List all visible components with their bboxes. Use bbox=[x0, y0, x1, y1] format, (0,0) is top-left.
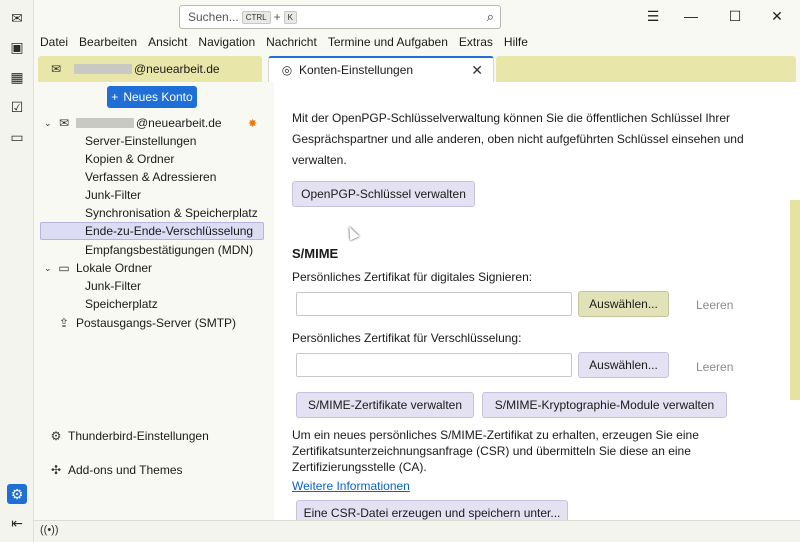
tree-local-storage[interactable]: Speicherplatz bbox=[85, 295, 158, 313]
tree-item-server[interactable]: Server-Einstellungen bbox=[85, 132, 196, 150]
tab-account-settings[interactable]: ◎ Konten-Einstellungen ✕ bbox=[268, 56, 494, 82]
tb-settings-label: Thunderbird-Einstellungen bbox=[68, 429, 209, 443]
tab-account-label: @neuearbeit.de bbox=[134, 62, 220, 76]
search-placeholder: Suchen... bbox=[188, 10, 239, 24]
csr-description-1: Um ein neues persönliches S/MIME-Zertifi… bbox=[292, 428, 699, 442]
menu-extras[interactable]: Extras bbox=[459, 35, 493, 49]
settings-gear-icon[interactable]: ⚙ bbox=[7, 484, 27, 504]
tab-bar: ✉ @neuearbeit.de ◎ Konten-Einstellungen … bbox=[34, 56, 800, 82]
clear-encrypt-cert-button[interactable]: Leeren bbox=[696, 360, 733, 374]
tree-item-e2ee[interactable]: Ende-zu-Ende-Verschlüsselung bbox=[40, 222, 264, 240]
shortcut-key-k: K bbox=[283, 10, 297, 24]
status-bar: ((•)) bbox=[34, 520, 800, 542]
manage-smime-certs-button[interactable]: S/MIME-Zertifikate verwalten bbox=[296, 392, 474, 418]
menu-navigation[interactable]: Navigation bbox=[198, 35, 255, 49]
calendar-icon[interactable]: ▦ bbox=[7, 67, 27, 87]
openpgp-description-3: verwalten. bbox=[292, 153, 347, 167]
spaces-toolbar: ✉ ▣ ▦ ☑ ▭ ⚙ ⇤ bbox=[0, 0, 34, 542]
new-account-label: Neues Konto bbox=[123, 90, 193, 104]
close-window-icon[interactable]: ✕ bbox=[766, 6, 788, 26]
search-input[interactable]: Suchen... CTRL + K ⌕ bbox=[179, 5, 501, 29]
outgoing-server-icon: ⇪ bbox=[58, 316, 70, 330]
addons-label: Add-ons und Themes bbox=[68, 463, 183, 477]
mail-icon[interactable]: ✉ bbox=[7, 8, 27, 28]
account-settings-icon: ◎ bbox=[281, 63, 293, 77]
scrollbar-thumb[interactable] bbox=[790, 200, 800, 400]
tab-bar-fill bbox=[496, 56, 796, 82]
more-info-link[interactable]: Weitere Informationen bbox=[292, 479, 410, 493]
menu-hilfe[interactable]: Hilfe bbox=[504, 35, 528, 49]
clear-sign-cert-button[interactable]: Leeren bbox=[696, 298, 733, 312]
expand-chevron-icon[interactable]: ⌄ bbox=[44, 118, 56, 129]
tree-item-sync[interactable]: Synchronisation & Speicherplatz bbox=[85, 204, 258, 222]
tree-item-compose[interactable]: Verfassen & Adressieren bbox=[85, 168, 216, 186]
mail-account-icon: ✉ bbox=[58, 116, 70, 130]
folder-icon: ▭ bbox=[58, 261, 70, 275]
app-menu-icon[interactable]: ☰ bbox=[642, 6, 664, 26]
sign-cert-label: Persönliches Zertifikat für digitales Si… bbox=[292, 270, 533, 284]
menu-ansicht[interactable]: Ansicht bbox=[148, 35, 187, 49]
manage-openpgp-keys-button[interactable]: OpenPGP-Schlüssel verwalten bbox=[292, 181, 475, 207]
tree-item-copies[interactable]: Kopien & Ordner bbox=[85, 150, 174, 168]
tree-local-junk[interactable]: Junk-Filter bbox=[85, 277, 141, 295]
new-account-button[interactable]: + Neues Konto bbox=[107, 86, 197, 108]
sign-cert-field[interactable] bbox=[296, 292, 572, 316]
settings-content: Mit der OpenPGP-Schlüsselverwaltung könn… bbox=[274, 82, 800, 520]
tree-item-junk[interactable]: Junk-Filter bbox=[85, 186, 141, 204]
select-encrypt-cert-button[interactable]: Auswählen... bbox=[578, 352, 669, 378]
smime-heading: S/MIME bbox=[292, 246, 339, 261]
openpgp-description-2: Gesprächspartner und alle anderen, oben … bbox=[292, 132, 744, 146]
tree-account[interactable]: ⌄ ✉ @neuearbeit.de bbox=[44, 114, 222, 132]
tab-settings-label: Konten-Einstellungen bbox=[299, 63, 414, 77]
create-csr-button[interactable]: Eine CSR-Datei erzeugen und speichern un… bbox=[296, 500, 568, 520]
gear-icon: ⚙ bbox=[50, 429, 62, 443]
tree-local-folders[interactable]: ⌄ ▭ Lokale Ordner bbox=[44, 259, 152, 277]
search-icon[interactable]: ⌕ bbox=[487, 9, 494, 25]
smtp-label: Postausgangs-Server (SMTP) bbox=[76, 316, 237, 330]
local-folders-label: Lokale Ordner bbox=[76, 261, 153, 275]
tree-smtp[interactable]: ⇪ Postausgangs-Server (SMTP) bbox=[56, 314, 236, 332]
title-bar: Suchen... CTRL + K ⌕ ☰ — ☐ ✕ bbox=[34, 0, 800, 32]
online-status-icon[interactable]: ((•)) bbox=[40, 524, 59, 536]
tb-settings-link[interactable]: ⚙ Thunderbird-Einstellungen bbox=[48, 427, 209, 445]
minimize-icon[interactable]: — bbox=[680, 6, 702, 26]
account-name: @neuearbeit.de bbox=[136, 116, 222, 130]
redacted-email bbox=[76, 118, 134, 128]
account-tree: + Neues Konto ⌄ ✉ @neuearbeit.de ✸ Serve… bbox=[34, 82, 274, 520]
plus-icon: + bbox=[111, 90, 119, 104]
close-tab-icon[interactable]: ✕ bbox=[471, 62, 483, 79]
menu-datei[interactable]: Datei bbox=[40, 35, 68, 49]
redacted-email bbox=[74, 64, 132, 74]
csr-description-3: Zertifizierungsstelle (CA). bbox=[292, 460, 427, 474]
maximize-icon[interactable]: ☐ bbox=[724, 6, 746, 26]
menu-bar: Datei Bearbeiten Ansicht Navigation Nach… bbox=[34, 32, 800, 52]
expand-chevron-icon[interactable]: ⌄ bbox=[44, 263, 56, 274]
puzzle-icon: ✣ bbox=[50, 463, 62, 477]
tab-mail-account[interactable]: ✉ @neuearbeit.de bbox=[38, 56, 262, 82]
menu-bearbeiten[interactable]: Bearbeiten bbox=[79, 35, 137, 49]
menu-termine[interactable]: Termine und Aufgaben bbox=[328, 35, 448, 49]
menu-nachricht[interactable]: Nachricht bbox=[266, 35, 317, 49]
addons-link[interactable]: ✣ Add-ons und Themes bbox=[48, 461, 183, 479]
csr-description-2: Zertifikatsunterzeichnungsanfrage (CSR) … bbox=[292, 444, 691, 458]
collapse-spaces-icon[interactable]: ⇤ bbox=[7, 513, 27, 533]
encrypt-cert-field[interactable] bbox=[296, 353, 572, 377]
tree-item-mdn[interactable]: Empfangsbestätigungen (MDN) bbox=[85, 241, 253, 259]
mail-account-icon: ✉ bbox=[50, 62, 62, 76]
shortcut-plus: + bbox=[273, 10, 281, 24]
encrypt-cert-label: Persönliches Zertifikat für Verschlüssel… bbox=[292, 331, 522, 345]
tasks-icon[interactable]: ☑ bbox=[7, 97, 27, 117]
openpgp-description-1: Mit der OpenPGP-Schlüsselverwaltung könn… bbox=[292, 111, 731, 125]
address-book-icon[interactable]: ▣ bbox=[7, 37, 27, 57]
chat-icon[interactable]: ▭ bbox=[7, 127, 27, 147]
default-account-star-icon: ✸ bbox=[248, 118, 258, 130]
scrollbar[interactable] bbox=[786, 82, 800, 520]
manage-crypto-modules-button[interactable]: S/MIME-Kryptographie-Module verwalten bbox=[482, 392, 727, 418]
shortcut-key-ctrl: CTRL bbox=[241, 10, 271, 24]
select-sign-cert-button[interactable]: Auswählen... bbox=[578, 291, 669, 317]
